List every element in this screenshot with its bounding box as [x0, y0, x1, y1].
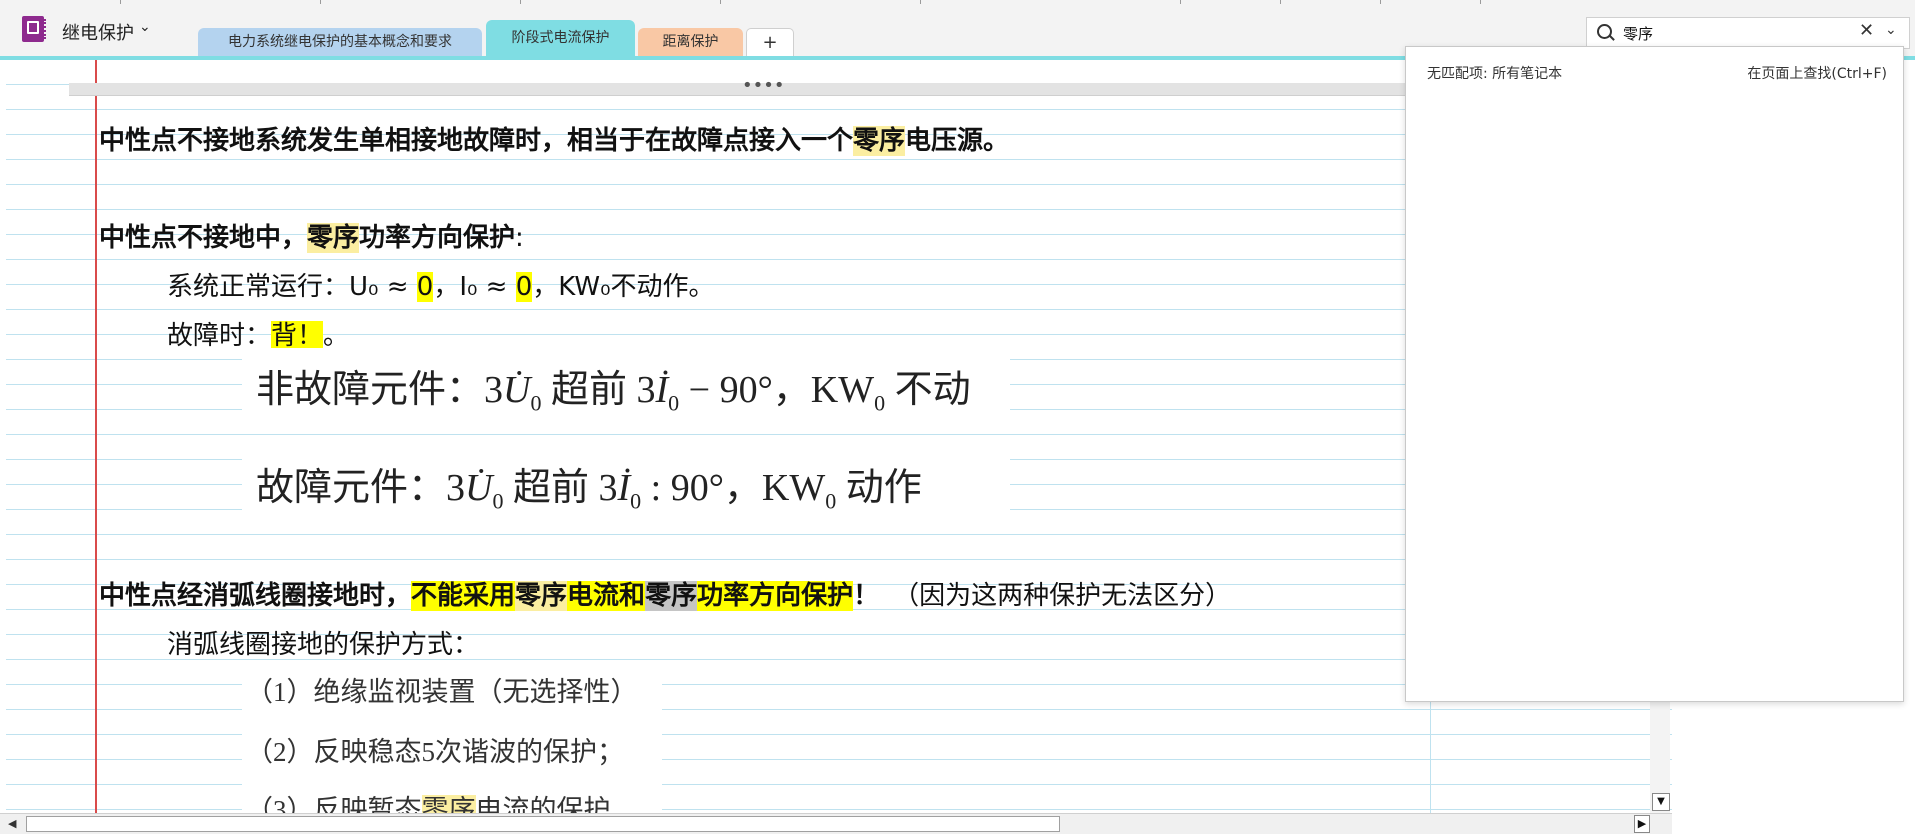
no-match-text: 无匹配项: 所有笔记本: [1427, 66, 1563, 82]
scroll-down-button[interactable]: ▼: [1652, 793, 1670, 811]
text-line-6[interactable]: 消弧线圈接地的保护方式：: [167, 624, 479, 661]
close-icon[interactable]: ✕: [1859, 20, 1874, 41]
add-section-button[interactable]: +: [746, 28, 794, 57]
chevron-down-icon[interactable]: ⌄: [1885, 22, 1897, 38]
note-container-handle[interactable]: ••••: [69, 75, 1419, 96]
notebook-name[interactable]: 继电保护: [62, 19, 134, 45]
formula-image-2: 故障元件：3U̇0 超前 3İ0 : 90°，KW0 动作: [242, 442, 1010, 520]
text-line-3[interactable]: 系统正常运行：U₀ ≈ 0，I₀ ≈ 0，KW₀不动作。: [167, 266, 715, 303]
tab-section-1[interactable]: 电力系统继电保护的基本概念和要求: [198, 28, 482, 56]
tab-section-2[interactable]: 阶段式电流保护: [486, 20, 635, 60]
scroll-thumb[interactable]: [26, 816, 1060, 832]
search-icon: [1597, 24, 1612, 39]
text-line-2[interactable]: 中性点不接地中，零序功率方向保护:: [99, 217, 524, 254]
notebook-icon[interactable]: [22, 16, 46, 42]
list-image: （1）绝缘监视装置（无选择性） （2）反映稳态5次谐波的保护； （3）反映暂态零…: [242, 660, 662, 813]
search-input[interactable]: [1623, 22, 1843, 44]
formula-image-1: 非故障元件：3U̇0 超前 3İ0 − 90°，KW0 不动: [242, 348, 1010, 418]
chevron-down-icon[interactable]: ⌄: [139, 19, 151, 35]
list-item: （1）绝缘监视装置（无选择性）: [246, 677, 638, 707]
search-box[interactable]: ✕ ⌄: [1586, 17, 1910, 49]
margin-line: [95, 60, 97, 813]
tab-section-3[interactable]: 距离保护: [638, 28, 743, 56]
text-line-1[interactable]: 中性点不接地系统发生单相接地故障时，相当于在故障点接入一个零序电压源。: [99, 120, 1009, 157]
list-item: （2）反映稳态5次谐波的保护；: [246, 737, 624, 767]
list-item: （3）反映暂态零序电流的保护: [246, 788, 611, 813]
drag-handle-icon[interactable]: ••••: [742, 75, 784, 96]
text-line-5[interactable]: 中性点经消弧线圈接地时，不能采用零序电流和零序功率方向保护！ （因为这两种保护无法…: [99, 575, 1231, 612]
text-line-4[interactable]: 故障时：背！。: [167, 315, 349, 352]
scroll-right-button[interactable]: ▶: [1634, 815, 1650, 833]
scroll-left-button[interactable]: ◀: [8, 817, 16, 830]
horizontal-scrollbar[interactable]: ◀ ▶: [0, 813, 1672, 834]
find-on-page-link[interactable]: 在页面上查找(Ctrl+F): [1747, 63, 1887, 83]
search-results-panel: 无匹配项: 所有笔记本 在页面上查找(Ctrl+F): [1405, 46, 1904, 702]
